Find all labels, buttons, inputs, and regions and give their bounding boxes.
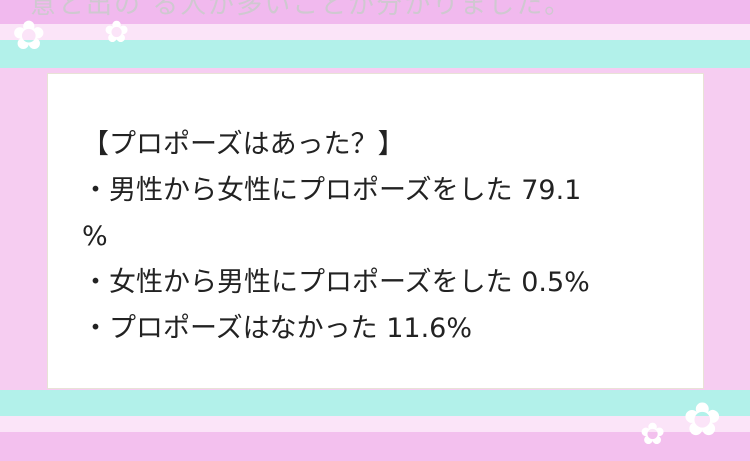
article-text: 【プロポーズはあった？】 ・男性から女性にプロポーズをした 79.1 % ・女性… [82, 122, 657, 352]
pink-stripe-bottom [0, 432, 750, 461]
list-item: ・女性から男性にプロポーズをした 0.5% [82, 267, 590, 298]
list-item-continuation: % [82, 221, 108, 252]
list-item: ・プロポーズはなかった 11.6% [82, 313, 473, 344]
flower-icon: ✿ [683, 392, 722, 446]
flower-icon: ✿ [640, 417, 666, 452]
flower-icon: ✿ [104, 15, 130, 50]
light-stripe-bottom [0, 416, 750, 432]
list-item: ・男性から女性にプロポーズをした 79.1 [82, 175, 582, 206]
flower-icon: ✿ [12, 13, 46, 59]
mint-stripe-bottom [0, 390, 750, 416]
section-heading: 【プロポーズはあった？】 [82, 129, 405, 160]
